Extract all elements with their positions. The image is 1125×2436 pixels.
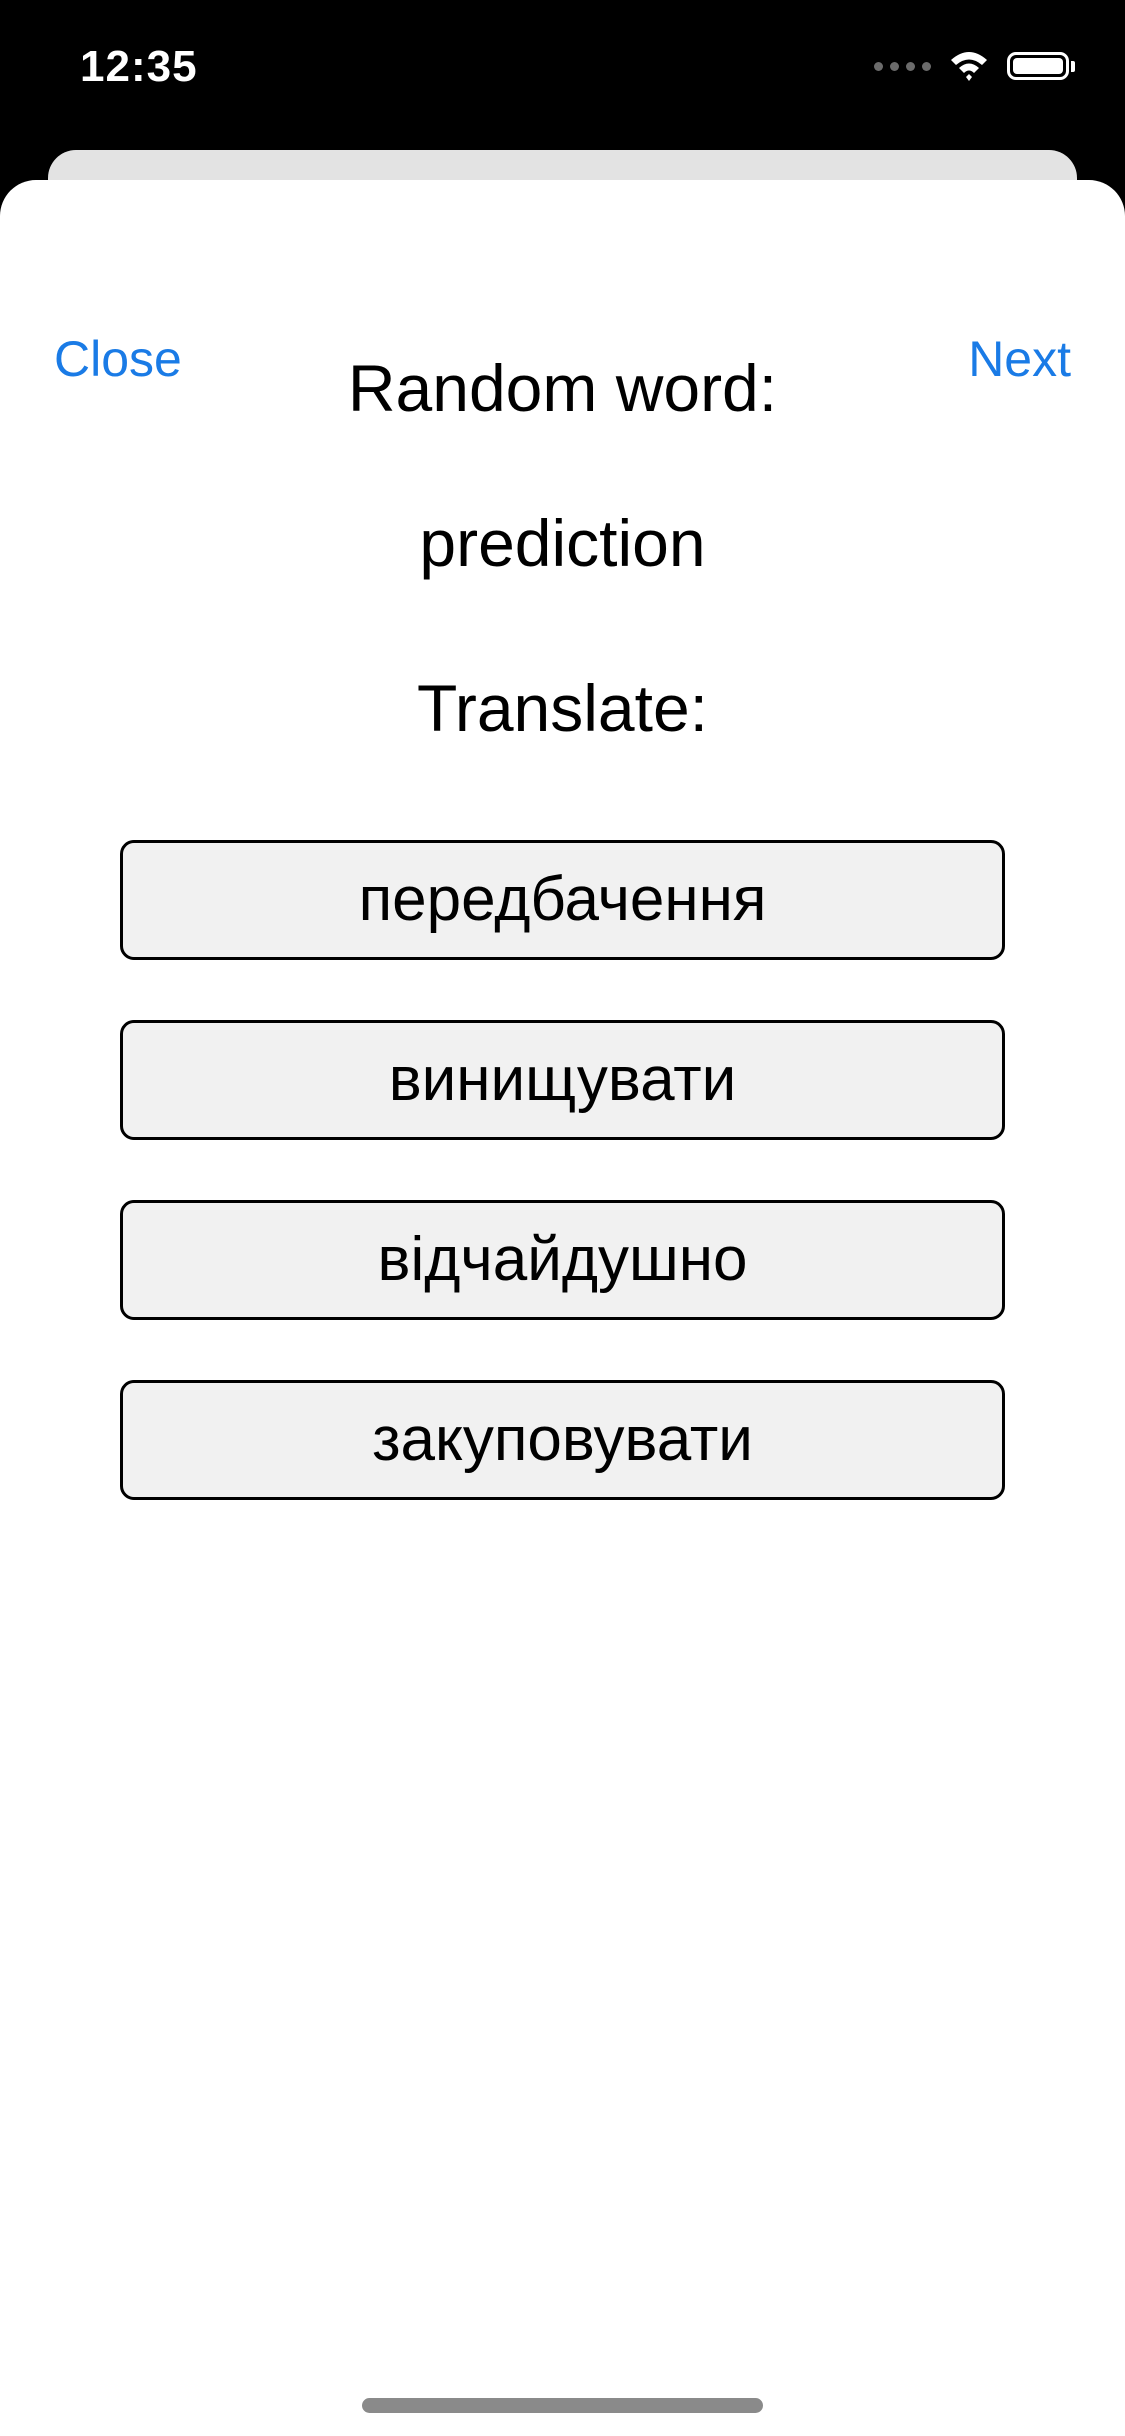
home-indicator[interactable] xyxy=(362,2398,763,2413)
modal-sheet: Close Next Random word: prediction Trans… xyxy=(0,180,1125,2436)
status-bar: 12:35 xyxy=(0,0,1125,140)
answer-option-button[interactable]: винищувати xyxy=(120,1020,1005,1140)
answer-option-button[interactable]: відчайдушно xyxy=(120,1200,1005,1320)
cellular-signal-icon xyxy=(874,61,931,71)
random-word-heading: Random word: xyxy=(347,351,778,425)
answer-option-button[interactable]: передбачення xyxy=(120,840,1005,960)
translate-heading: Translate: xyxy=(416,671,708,745)
random-word: prediction xyxy=(419,506,706,580)
wifi-icon xyxy=(949,50,989,82)
battery-icon xyxy=(1007,52,1075,80)
status-icons xyxy=(874,50,1075,82)
answer-options: передбачення винищувати відчайдушно заку… xyxy=(120,840,1005,1560)
answer-option-button[interactable]: закуповувати xyxy=(120,1380,1005,1500)
status-time: 12:35 xyxy=(80,42,198,91)
